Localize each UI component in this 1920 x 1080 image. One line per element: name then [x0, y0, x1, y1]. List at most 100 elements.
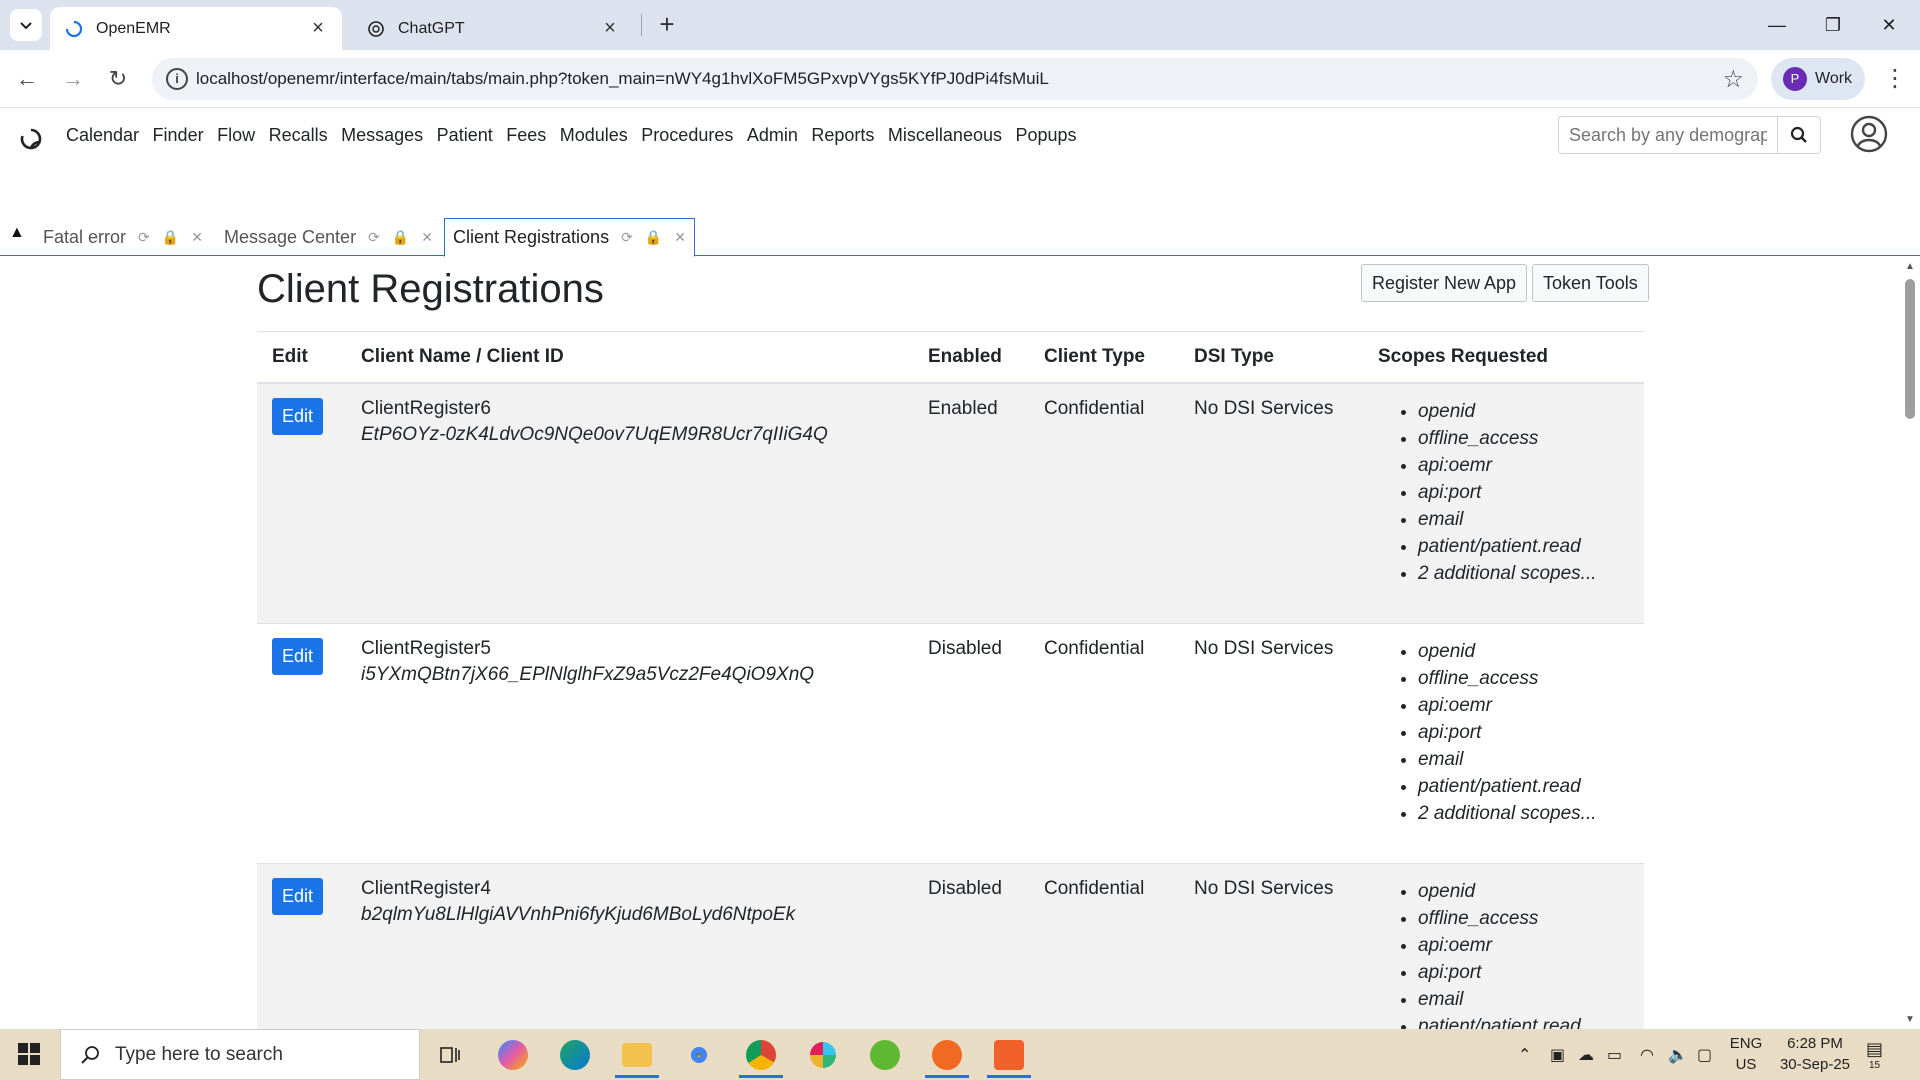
close-icon[interactable]: × — [308, 17, 328, 40]
scope-item: openid — [1418, 878, 1629, 905]
scope-item: api:port — [1418, 959, 1629, 986]
minimize-icon[interactable]: — — [1754, 10, 1800, 40]
table-header-row: Edit Client Name / Client ID Enabled Cli… — [257, 331, 1644, 384]
scope-item: api:oemr — [1418, 692, 1629, 719]
taskbar-clock[interactable]: 6:28 PM 30-Sep-25 — [1770, 1033, 1860, 1075]
refresh-icon[interactable]: ⟳ — [368, 229, 380, 246]
address-bar[interactable]: i localhost/openemr/interface/main/tabs/… — [152, 58, 1758, 100]
edit-button[interactable]: Edit — [272, 877, 324, 915]
emr-navbar: Calendar Finder Flow Recalls Messages Pa… — [0, 109, 1920, 169]
scope-item: api:oemr — [1418, 932, 1629, 959]
region-code: US — [1735, 1056, 1757, 1073]
emr-tab-fatal-error[interactable]: Fatal error ⟳ 🔒 ✕ — [43, 218, 215, 256]
scope-item: email — [1418, 986, 1629, 1013]
close-icon[interactable]: ✕ — [674, 229, 686, 246]
edge-browser-icon[interactable] — [547, 1029, 603, 1080]
close-icon[interactable]: ✕ — [421, 229, 433, 246]
address-url[interactable]: localhost/openemr/interface/main/tabs/ma… — [196, 69, 1049, 89]
battery-icon[interactable]: ▭ — [1607, 1029, 1622, 1080]
windows-start-icon[interactable] — [18, 1043, 40, 1065]
search-button[interactable] — [1777, 116, 1821, 154]
edit-button[interactable]: Edit — [272, 637, 324, 675]
register-new-app-button[interactable]: Register New App — [1361, 264, 1528, 302]
additional-scopes-link[interactable]: 2 additional scopes... — [1418, 800, 1629, 827]
menu-patient[interactable]: Patient — [437, 125, 493, 146]
search-icon — [1790, 126, 1807, 143]
show-hidden-icons-chevron-up-icon[interactable]: ⌃ — [1518, 1029, 1531, 1080]
browser-toolbar: ← → ↻ i localhost/openemr/interface/main… — [0, 50, 1920, 108]
collapse-caret-up-icon[interactable]: ▲ — [9, 224, 25, 242]
browser-menu-icon[interactable]: ⋮ — [1880, 64, 1910, 94]
token-tools-button[interactable]: Token Tools — [1532, 264, 1649, 302]
edit-button[interactable]: Edit — [272, 398, 324, 435]
lock-icon[interactable]: 🔒 — [162, 229, 179, 246]
reload-icon[interactable]: ↻ — [103, 64, 133, 94]
back-arrow-icon[interactable]: ← — [12, 64, 42, 94]
demographics-search-input[interactable] — [1558, 116, 1778, 154]
menu-flow[interactable]: Flow — [217, 125, 255, 146]
profile-label: Work — [1815, 70, 1853, 87]
menu-admin[interactable]: Admin — [747, 125, 798, 146]
user-profile-icon[interactable] — [1850, 115, 1888, 153]
menu-miscellaneous[interactable]: Miscellaneous — [888, 125, 1002, 146]
emr-tab-client-registrations[interactable]: Client Registrations ⟳ 🔒 ✕ — [444, 218, 695, 257]
chrome-icon[interactable] — [671, 1029, 727, 1080]
slack-icon[interactable] — [795, 1029, 851, 1080]
scopes-list: openid offline_access api:oemr api:port … — [1378, 638, 1629, 827]
menu-calendar[interactable]: Calendar — [66, 125, 139, 146]
notifications-icon[interactable]: ▤ 15 — [1866, 1029, 1883, 1080]
menu-finder[interactable]: Finder — [153, 125, 204, 146]
menu-recalls[interactable]: Recalls — [269, 125, 328, 146]
scrollbar-thumb[interactable] — [1905, 279, 1915, 419]
wifi-icon[interactable]: ◠ — [1640, 1029, 1654, 1080]
clock-time: 6:28 PM — [1787, 1035, 1843, 1052]
header-enabled: Enabled — [913, 331, 1029, 384]
scroll-down-arrow-icon[interactable]: ▼ — [1905, 1014, 1915, 1025]
bookmark-star-icon[interactable]: ☆ — [1722, 65, 1744, 94]
browser-tab-chatgpt[interactable]: ChatGPT × — [352, 7, 634, 50]
restore-icon[interactable]: ❐ — [1810, 10, 1856, 40]
window-close-icon[interactable]: ✕ — [1866, 10, 1912, 40]
profile-button[interactable]: P Work — [1771, 58, 1865, 100]
onedrive-cloud-icon[interactable]: ☁ — [1578, 1029, 1594, 1080]
browser-tab-openemr[interactable]: OpenEMR × — [50, 7, 342, 50]
copilot-icon[interactable] — [485, 1029, 541, 1080]
lock-icon[interactable]: 🔒 — [392, 229, 409, 246]
scroll-up-arrow-icon[interactable]: ▲ — [1905, 261, 1915, 272]
scope-item: offline_access — [1418, 905, 1629, 932]
site-info-icon[interactable]: i — [166, 68, 188, 90]
lock-icon[interactable]: 🔒 — [645, 229, 662, 246]
menu-fees[interactable]: Fees — [506, 125, 546, 146]
emr-tab-message-center[interactable]: Message Center ⟳ 🔒 ✕ — [224, 218, 445, 256]
language-indicator[interactable]: ENG US — [1728, 1033, 1764, 1075]
refresh-icon[interactable]: ⟳ — [138, 229, 150, 246]
meet-now-icon[interactable]: ▣ — [1550, 1029, 1565, 1080]
refresh-icon[interactable]: ⟳ — [621, 229, 633, 246]
openemr-logo-icon[interactable] — [18, 126, 44, 152]
menu-popups[interactable]: Popups — [1015, 125, 1076, 146]
close-icon[interactable]: × — [600, 17, 620, 40]
vertical-scrollbar[interactable]: ▲ ▼ — [1900, 257, 1920, 1029]
display-icon[interactable]: ▢ — [1697, 1029, 1712, 1080]
menu-procedures[interactable]: Procedures — [641, 125, 733, 146]
client-type: Confidential — [1029, 863, 1179, 1029]
sublime-editor-icon[interactable] — [919, 1029, 975, 1080]
menu-reports[interactable]: Reports — [811, 125, 874, 146]
menu-modules[interactable]: Modules — [560, 125, 628, 146]
menu-messages[interactable]: Messages — [341, 125, 423, 146]
chrome-profile-icon[interactable] — [733, 1029, 789, 1080]
spring-tools-icon[interactable] — [857, 1029, 913, 1080]
taskbar-search-box[interactable]: Type here to search — [60, 1029, 420, 1080]
task-view-icon[interactable] — [422, 1029, 478, 1080]
forward-arrow-icon[interactable]: → — [58, 64, 88, 94]
additional-scopes-link[interactable]: 2 additional scopes... — [1418, 560, 1629, 587]
avatar: P — [1783, 67, 1807, 91]
scope-item: patient/patient.read — [1418, 773, 1629, 800]
close-icon[interactable]: ✕ — [191, 229, 203, 246]
volume-icon[interactable]: 🔈 — [1668, 1029, 1688, 1080]
new-tab-plus-icon[interactable]: + — [652, 10, 682, 40]
tab-search-button[interactable] — [10, 9, 42, 41]
file-explorer-icon[interactable] — [609, 1029, 665, 1080]
xampp-icon[interactable] — [981, 1029, 1037, 1080]
scope-item: patient/patient.read — [1418, 1013, 1629, 1030]
